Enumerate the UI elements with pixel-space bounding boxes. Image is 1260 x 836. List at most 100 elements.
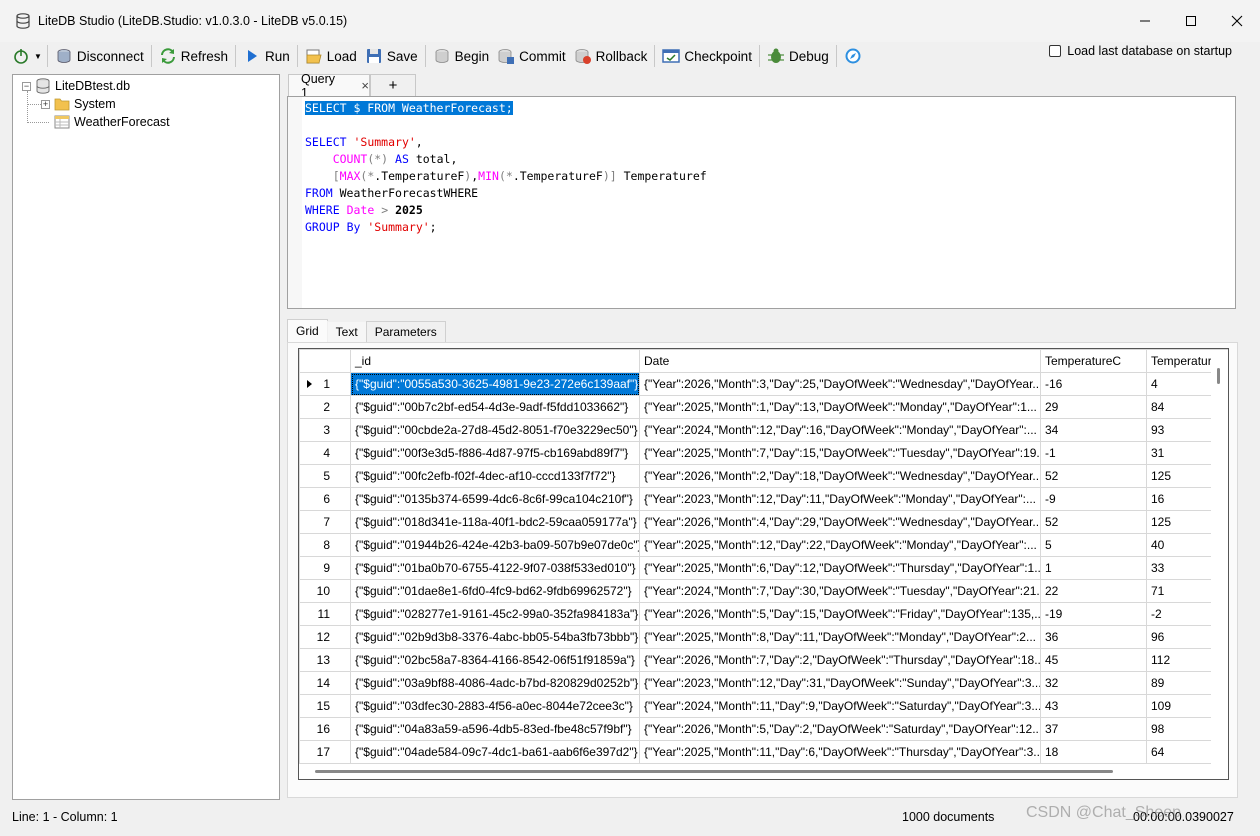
horizontal-scrollbar[interactable] — [299, 764, 1228, 779]
tree-node-collection[interactable]: WeatherForecast — [54, 113, 170, 131]
compass-button[interactable] — [840, 44, 870, 68]
tab-grid[interactable]: Grid — [287, 319, 328, 342]
id-cell[interactable]: {"$guid":"00cbde2a-27d8-45d2-8051-f70e32… — [350, 418, 640, 442]
temperaturec-cell[interactable]: 52 — [1040, 510, 1147, 534]
tab-text[interactable]: Text — [326, 321, 367, 342]
id-cell[interactable]: {"$guid":"0135b374-6599-4dc6-8c6f-99ca10… — [350, 487, 640, 511]
table-row[interactable]: 1 {"$guid":"0055a530-3625-4981-9e23-272e6… — [299, 372, 1228, 396]
row-number-cell[interactable]: 17 — [299, 740, 351, 764]
row-number-cell[interactable]: 2 — [299, 395, 351, 419]
checkpoint-button[interactable]: Checkpoint — [658, 44, 756, 68]
minimize-button[interactable] — [1122, 0, 1168, 42]
date-cell[interactable]: {"Year":2026,"Month":2,"Day":18,"DayOfWe… — [639, 464, 1041, 488]
table-row[interactable]: 6 {"$guid":"0135b374-6599-4dc6-8c6f-99ca1… — [299, 487, 1228, 511]
date-cell[interactable]: {"Year":2026,"Month":4,"Day":29,"DayOfWe… — [639, 510, 1041, 534]
date-cell[interactable]: {"Year":2023,"Month":12,"Day":31,"DayOfW… — [639, 671, 1041, 695]
add-tab-button[interactable]: + — [370, 74, 416, 96]
table-row[interactable]: 3 {"$guid":"00cbde2a-27d8-45d2-8051-f70e3… — [299, 418, 1228, 442]
date-cell[interactable]: {"Year":2026,"Month":5,"Day":15,"DayOfWe… — [639, 602, 1041, 626]
id-cell[interactable]: {"$guid":"04ade584-09c7-4dc1-ba61-aab6f6… — [350, 740, 640, 764]
table-row[interactable]: 8 {"$guid":"01944b26-424e-42b3-ba09-507b9… — [299, 533, 1228, 557]
sql-code[interactable]: SELECT $ FROM WeatherForecast; SELECT 'S… — [305, 100, 707, 236]
temperaturec-cell[interactable]: 43 — [1040, 694, 1147, 718]
date-cell[interactable]: {"Year":2025,"Month":8,"Day":11,"DayOfWe… — [639, 625, 1041, 649]
id-cell[interactable]: {"$guid":"01944b26-424e-42b3-ba09-507b9e… — [350, 533, 640, 557]
row-number-cell[interactable]: 10 — [299, 579, 351, 603]
table-row[interactable]: 9 {"$guid":"01ba0b70-6755-4122-9f07-038f5… — [299, 556, 1228, 580]
id-cell[interactable]: {"$guid":"028277e1-9161-45c2-99a0-352fa9… — [350, 602, 640, 626]
id-cell[interactable]: {"$guid":"0055a530-3625-4981-9e23-272e6c… — [350, 372, 640, 396]
column-header-id[interactable]: _id — [350, 349, 640, 373]
id-cell[interactable]: {"$guid":"01ba0b70-6755-4122-9f07-038f53… — [350, 556, 640, 580]
table-row[interactable]: 15 {"$guid":"03dfec30-2883-4f56-a0ec-8044… — [299, 694, 1228, 718]
tree-node-database[interactable]: − LiteDBtest.db — [22, 77, 130, 95]
column-header-temperaturec[interactable]: TemperatureC — [1040, 349, 1147, 373]
refresh-button[interactable]: Refresh — [155, 44, 232, 68]
table-row[interactable]: 4 {"$guid":"00f3e3d5-f886-4d87-97f5-cb169… — [299, 441, 1228, 465]
temperaturec-cell[interactable]: 22 — [1040, 579, 1147, 603]
date-cell[interactable]: {"Year":2024,"Month":11,"Day":9,"DayOfWe… — [639, 694, 1041, 718]
table-row[interactable]: 17 {"$guid":"04ade584-09c7-4dc1-ba61-aab6… — [299, 740, 1228, 764]
temperaturec-cell[interactable]: -16 — [1040, 372, 1147, 396]
table-row[interactable]: 16 {"$guid":"04a83a59-a596-4db5-83ed-fbe4… — [299, 717, 1228, 741]
temperaturec-cell[interactable]: 5 — [1040, 533, 1147, 557]
date-cell[interactable]: {"Year":2025,"Month":6,"Day":12,"DayOfWe… — [639, 556, 1041, 580]
row-number-cell[interactable]: 6 — [299, 487, 351, 511]
close-tab-icon[interactable]: × — [361, 78, 369, 93]
row-number-cell[interactable]: 5 — [299, 464, 351, 488]
temperaturec-cell[interactable]: -9 — [1040, 487, 1147, 511]
id-cell[interactable]: {"$guid":"02b9d3b8-3376-4abc-bb05-54ba3f… — [350, 625, 640, 649]
load-button[interactable]: Load — [301, 44, 361, 68]
expand-icon[interactable]: + — [41, 99, 50, 109]
collapse-icon[interactable]: − — [22, 81, 31, 91]
vertical-scrollbar[interactable] — [1211, 350, 1228, 766]
column-header-date[interactable]: Date — [639, 349, 1041, 373]
temperaturec-cell[interactable]: 45 — [1040, 648, 1147, 672]
id-cell[interactable]: {"$guid":"03dfec30-2883-4f56-a0ec-8044e7… — [350, 694, 640, 718]
id-cell[interactable]: {"$guid":"02bc58a7-8364-4166-8542-06f51f… — [350, 648, 640, 672]
table-row[interactable]: 13 {"$guid":"02bc58a7-8364-4166-8542-06f5… — [299, 648, 1228, 672]
temperaturec-cell[interactable]: -19 — [1040, 602, 1147, 626]
sql-editor[interactable]: SELECT $ FROM WeatherForecast; SELECT 'S… — [287, 96, 1236, 309]
maximize-button[interactable] — [1168, 0, 1214, 42]
id-cell[interactable]: {"$guid":"03a9bf88-4086-4adc-b7bd-820829… — [350, 671, 640, 695]
temperaturec-cell[interactable]: 32 — [1040, 671, 1147, 695]
row-number-cell[interactable]: 3 — [299, 418, 351, 442]
tab-query-1[interactable]: Query 1 × — [288, 72, 370, 100]
row-number-cell[interactable]: 14 — [299, 671, 351, 695]
disconnect-button[interactable]: Disconnect — [51, 44, 148, 68]
results-grid[interactable]: _id Date TemperatureC Temperatur 1 {"$gui… — [298, 348, 1229, 780]
scrollbar-thumb[interactable] — [1217, 368, 1220, 384]
debug-button[interactable]: Debug — [763, 44, 833, 68]
row-number-cell[interactable]: 11 — [299, 602, 351, 626]
id-cell[interactable]: {"$guid":"00f3e3d5-f886-4d87-97f5-cb169a… — [350, 441, 640, 465]
temperaturec-cell[interactable]: 34 — [1040, 418, 1147, 442]
rollback-button[interactable]: Rollback — [570, 44, 652, 68]
temperaturec-cell[interactable]: 52 — [1040, 464, 1147, 488]
temperaturec-cell[interactable]: 36 — [1040, 625, 1147, 649]
run-button[interactable]: Run — [239, 44, 294, 68]
row-number-cell[interactable]: 16 — [299, 717, 351, 741]
date-cell[interactable]: {"Year":2026,"Month":5,"Day":2,"DayOfWee… — [639, 717, 1041, 741]
date-cell[interactable]: {"Year":2026,"Month":3,"Day":25,"DayOfWe… — [639, 372, 1041, 396]
row-number-cell[interactable]: 9 — [299, 556, 351, 580]
date-cell[interactable]: {"Year":2024,"Month":7,"Day":30,"DayOfWe… — [639, 579, 1041, 603]
id-cell[interactable]: {"$guid":"01dae8e1-6fd0-4fc9-bd62-9fdb69… — [350, 579, 640, 603]
date-cell[interactable]: {"Year":2024,"Month":12,"Day":16,"DayOfW… — [639, 418, 1041, 442]
temperaturec-cell[interactable]: 1 — [1040, 556, 1147, 580]
row-number-cell[interactable]: 1 — [299, 372, 351, 396]
date-cell[interactable]: {"Year":2025,"Month":1,"Day":13,"DayOfWe… — [639, 395, 1041, 419]
column-header-rownum[interactable] — [299, 349, 351, 373]
tab-parameters[interactable]: Parameters — [365, 321, 446, 342]
id-cell[interactable]: {"$guid":"018d341e-118a-40f1-bdc2-59caa0… — [350, 510, 640, 534]
id-cell[interactable]: {"$guid":"04a83a59-a596-4db5-83ed-fbe48c… — [350, 717, 640, 741]
table-row[interactable]: 7 {"$guid":"018d341e-118a-40f1-bdc2-59caa… — [299, 510, 1228, 534]
tree-node-system[interactable]: + System — [41, 95, 116, 113]
save-button[interactable]: Save — [361, 44, 422, 68]
begin-button[interactable]: Begin — [429, 44, 494, 68]
row-number-cell[interactable]: 13 — [299, 648, 351, 672]
id-cell[interactable]: {"$guid":"00b7c2bf-ed54-4d3e-9adf-f5fdd1… — [350, 395, 640, 419]
temperaturec-cell[interactable]: 18 — [1040, 740, 1147, 764]
date-cell[interactable]: {"Year":2025,"Month":11,"Day":6,"DayOfWe… — [639, 740, 1041, 764]
temperaturec-cell[interactable]: 37 — [1040, 717, 1147, 741]
